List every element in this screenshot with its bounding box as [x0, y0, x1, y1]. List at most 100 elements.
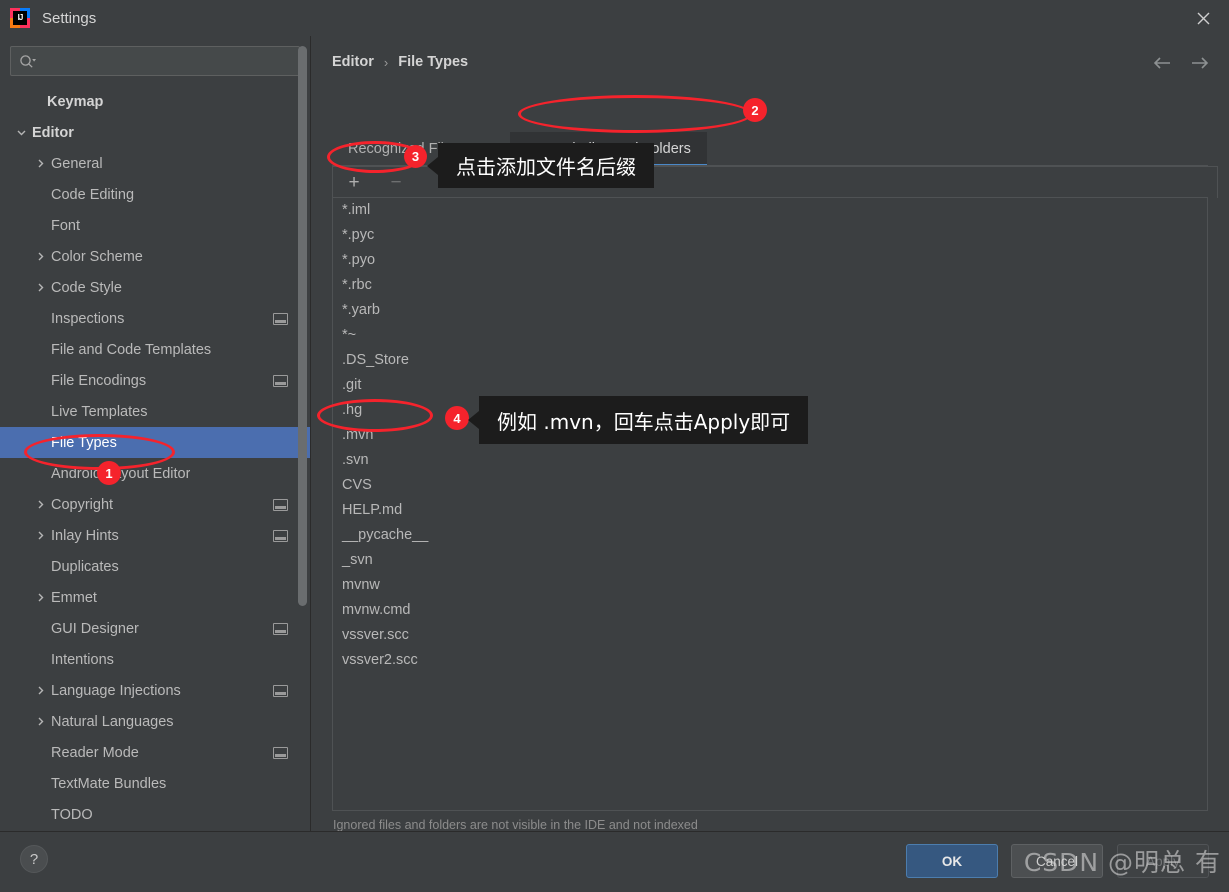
- ok-button[interactable]: OK: [906, 844, 998, 878]
- chevron-right-icon[interactable]: [33, 250, 47, 264]
- intellij-idea-logo-icon: IJ: [10, 8, 30, 28]
- sidebar-item-language-injections[interactable]: Language Injections: [0, 675, 310, 706]
- sidebar-item-duplicates[interactable]: Duplicates: [0, 551, 310, 582]
- sidebar-scrollbar-thumb[interactable]: [298, 46, 307, 606]
- chevron-right-icon[interactable]: [33, 281, 47, 295]
- sidebar-item-label: General: [51, 155, 103, 172]
- list-item[interactable]: .DS_Store: [333, 348, 1207, 373]
- list-item[interactable]: .git: [333, 373, 1207, 398]
- list-item[interactable]: *~: [333, 323, 1207, 348]
- sidebar-item-reader-mode[interactable]: Reader Mode: [0, 737, 310, 768]
- chevron-right-icon[interactable]: [33, 591, 47, 605]
- chevron-right-icon[interactable]: [33, 684, 47, 698]
- project-scope-icon: [273, 746, 288, 759]
- arrow-right-icon[interactable]: [1189, 52, 1211, 74]
- sidebar-item-label: TextMate Bundles: [51, 775, 167, 792]
- ignored-files-list[interactable]: *.iml *.pyc *.pyo *.rbc *.yarb *~ .DS_Store .gi…: [332, 197, 1208, 811]
- list-item[interactable]: mvnw: [333, 573, 1207, 598]
- breadcrumb-separator-icon: ›: [383, 54, 389, 70]
- list-item[interactable]: .mvn: [333, 423, 1207, 448]
- sidebar-item-label: Inlay Hints: [51, 527, 119, 544]
- sidebar-item-file-types[interactable]: File Types: [0, 427, 310, 458]
- sidebar-item-android-layout-editor[interactable]: Android Layout Editor: [0, 458, 310, 489]
- breadcrumb-current: File Types: [398, 54, 469, 70]
- sidebar-scrollbar[interactable]: [296, 36, 310, 831]
- sidebar-item-label: Reader Mode: [51, 744, 139, 761]
- list-item[interactable]: __pycache__: [333, 523, 1207, 548]
- list-hint-text: Ignored files and folders are not visibl…: [333, 818, 698, 832]
- chevron-down-icon[interactable]: [14, 126, 28, 140]
- sidebar-item-code-style[interactable]: Code Style: [0, 272, 310, 303]
- list-item[interactable]: CVS: [333, 473, 1207, 498]
- plus-icon[interactable]: +: [343, 172, 365, 194]
- sidebar-item-label: File Types: [51, 434, 117, 451]
- minus-icon[interactable]: −: [385, 172, 407, 194]
- close-icon[interactable]: [1191, 6, 1215, 30]
- sidebar-item-editor[interactable]: Editor: [0, 117, 310, 148]
- list-toolbar: + −: [332, 166, 1218, 198]
- sidebar-item-general[interactable]: General: [0, 148, 310, 179]
- sidebar-item-label: Intentions: [51, 651, 114, 668]
- list-item[interactable]: *.iml: [333, 198, 1207, 223]
- sidebar-item-label: Font: [51, 217, 81, 234]
- sidebar-item-label: Live Templates: [51, 403, 148, 420]
- list-item[interactable]: mvnw.cmd: [333, 598, 1207, 623]
- apply-button: Apply: [1117, 844, 1209, 878]
- settings-tree: Keymap Editor General Code Editing Font Color…: [0, 86, 310, 830]
- chevron-right-icon[interactable]: [33, 157, 47, 171]
- list-item[interactable]: HELP.md: [333, 498, 1207, 523]
- project-scope-icon: [273, 374, 288, 387]
- list-item[interactable]: .svn: [333, 448, 1207, 473]
- list-item[interactable]: vssver2.scc: [333, 648, 1207, 673]
- project-scope-icon: [273, 312, 288, 325]
- sidebar-item-todo[interactable]: TODO: [0, 799, 310, 830]
- file-types-tabs: Recognized File Types Ignored Files and F…: [332, 132, 708, 167]
- cancel-button[interactable]: Cancel: [1011, 844, 1103, 878]
- sidebar-item-inspections[interactable]: Inspections: [0, 303, 310, 334]
- sidebar-item-label: File and Code Templates: [51, 341, 212, 358]
- sidebar-item-label: Language Injections: [51, 682, 181, 699]
- settings-sidebar: Keymap Editor General Code Editing Font Color…: [0, 36, 310, 831]
- chevron-right-icon[interactable]: [33, 715, 47, 729]
- sidebar-item-gui-designer[interactable]: GUI Designer: [0, 613, 310, 644]
- search-input[interactable]: [43, 48, 299, 74]
- project-scope-icon: [273, 498, 288, 511]
- sidebar-item-copyright[interactable]: Copyright: [0, 489, 310, 520]
- list-item[interactable]: _svn: [333, 548, 1207, 573]
- search-container: [0, 36, 310, 76]
- sidebar-item-label: File Encodings: [51, 372, 147, 389]
- sidebar-item-label: Natural Languages: [51, 713, 174, 730]
- sidebar-item-file-and-code-templates[interactable]: File and Code Templates: [0, 334, 310, 365]
- search-icon: [19, 54, 37, 69]
- sidebar-item-natural-languages[interactable]: Natural Languages: [0, 706, 310, 737]
- search-box[interactable]: [10, 46, 300, 76]
- sidebar-item-live-templates[interactable]: Live Templates: [0, 396, 310, 427]
- list-item[interactable]: *.rbc: [333, 273, 1207, 298]
- chevron-right-icon[interactable]: [33, 498, 47, 512]
- sidebar-item-inlay-hints[interactable]: Inlay Hints: [0, 520, 310, 551]
- list-item[interactable]: vssver.scc: [333, 623, 1207, 648]
- sidebar-item-font[interactable]: Font: [0, 210, 310, 241]
- title-bar: IJ Settings: [0, 0, 1229, 37]
- sidebar-item-label: Emmet: [51, 589, 97, 606]
- sidebar-item-intentions[interactable]: Intentions: [0, 644, 310, 675]
- sidebar-item-code-editing[interactable]: Code Editing: [0, 179, 310, 210]
- arrow-left-icon[interactable]: [1151, 52, 1173, 74]
- sidebar-item-file-encodings[interactable]: File Encodings: [0, 365, 310, 396]
- chevron-right-icon[interactable]: [33, 529, 47, 543]
- list-item[interactable]: .hg: [333, 398, 1207, 423]
- sidebar-item-color-scheme[interactable]: Color Scheme: [0, 241, 310, 272]
- sidebar-item-keymap[interactable]: Keymap: [0, 86, 310, 117]
- tab-ignored-files-and-folders[interactable]: Ignored Files and Folders: [510, 132, 708, 167]
- settings-dialog: IJ Settings Keymap Editor General Code Edit…: [0, 0, 1229, 892]
- sidebar-item-textmate-bundles[interactable]: TextMate Bundles: [0, 768, 310, 799]
- sidebar-item-label: Code Editing: [51, 186, 135, 203]
- sidebar-item-label: Editor: [32, 124, 74, 141]
- list-item[interactable]: *.pyo: [333, 248, 1207, 273]
- breadcrumb-parent[interactable]: Editor: [332, 54, 374, 70]
- list-item[interactable]: *.pyc: [333, 223, 1207, 248]
- sidebar-item-emmet[interactable]: Emmet: [0, 582, 310, 613]
- list-item[interactable]: *.yarb: [333, 298, 1207, 323]
- help-button[interactable]: ?: [20, 845, 48, 873]
- tab-recognized-file-types[interactable]: Recognized File Types: [332, 132, 510, 166]
